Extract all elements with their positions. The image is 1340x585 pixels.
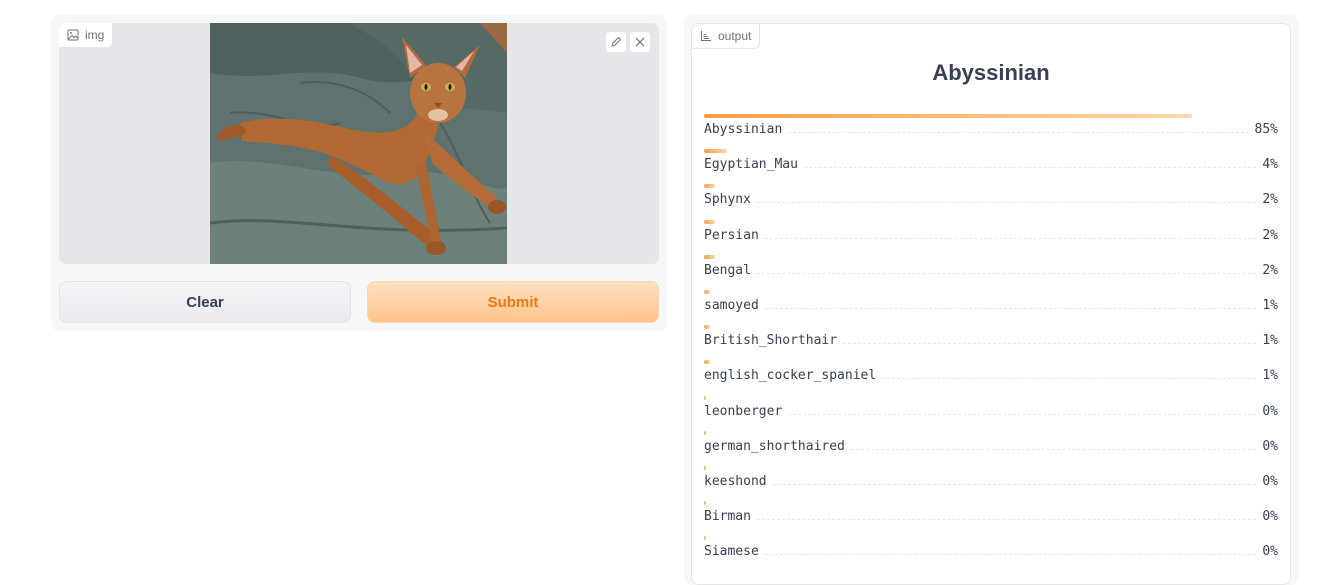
confidence-line: Abyssinian 85% bbox=[704, 122, 1278, 137]
confidence-bar bbox=[704, 501, 707, 506]
confidence-label: British_Shorthair bbox=[704, 333, 838, 349]
confidence-line: Siamese 0% bbox=[704, 544, 1278, 559]
confidence-line: keeshond 0% bbox=[704, 474, 1278, 489]
confidence-label: Siamese bbox=[704, 544, 759, 560]
confidence-row: British_Shorthair 1% bbox=[704, 325, 1278, 360]
confidence-percent: 2% bbox=[1262, 262, 1278, 278]
leader-line bbox=[764, 554, 1257, 556]
confidence-percent: 0% bbox=[1262, 544, 1278, 560]
confidence-percent: 4% bbox=[1262, 157, 1278, 173]
confidence-percent: 0% bbox=[1262, 509, 1278, 525]
confidence-line: Egyptian_Mau 4% bbox=[704, 157, 1278, 172]
confidence-label: Bengal bbox=[704, 262, 751, 278]
confidence-percent: 0% bbox=[1262, 403, 1278, 419]
close-icon bbox=[635, 37, 645, 47]
confidence-line: Sphynx 2% bbox=[704, 192, 1278, 207]
bar-chart-icon bbox=[701, 31, 711, 41]
uploaded-cat-photo bbox=[210, 23, 507, 264]
label-output: output Abyssinian Abyssinian 85% Egyptian_… bbox=[691, 23, 1291, 585]
confidence-row: samoyed 1% bbox=[704, 289, 1278, 325]
confidence-line: British_Shorthair 1% bbox=[704, 333, 1278, 348]
output-label: output bbox=[718, 29, 752, 43]
leader-line bbox=[882, 378, 1257, 380]
confidence-bar bbox=[704, 184, 716, 189]
edit-button[interactable] bbox=[605, 31, 627, 53]
confidence-percent: 2% bbox=[1262, 227, 1278, 243]
confidence-line: Birman 0% bbox=[704, 509, 1278, 524]
confidence-bar bbox=[704, 219, 716, 224]
confidence-label: keeshond bbox=[704, 473, 767, 489]
confidence-row: Persian 2% bbox=[704, 219, 1278, 255]
confidence-row: Abyssinian 85% bbox=[704, 114, 1278, 149]
confidence-row: Egyptian_Mau 4% bbox=[704, 149, 1278, 184]
confidence-line: samoyed 1% bbox=[704, 298, 1278, 313]
leader-line bbox=[764, 307, 1257, 309]
confidence-label: leonberger bbox=[704, 403, 783, 419]
confidence-label: Sphynx bbox=[704, 192, 751, 208]
leader-line bbox=[803, 167, 1257, 169]
image-icon bbox=[67, 29, 79, 41]
confidence-bar bbox=[704, 114, 1192, 118]
image-upload-area[interactable]: img bbox=[59, 23, 659, 264]
confidence-bar bbox=[704, 430, 707, 435]
leader-line bbox=[772, 483, 1257, 485]
confidence-percent: 1% bbox=[1262, 333, 1278, 349]
confidence-row: german_shorthaired 0% bbox=[704, 430, 1278, 466]
confidence-label: Birman bbox=[704, 509, 751, 525]
confidence-row: leonberger 0% bbox=[704, 395, 1278, 431]
confidence-bar bbox=[704, 149, 727, 154]
confidence-row: Siamese 0% bbox=[704, 536, 1278, 571]
leader-line bbox=[788, 132, 1249, 133]
confidence-list: Abyssinian 85% Egyptian_Mau 4% Sphynx 2% Persi… bbox=[704, 114, 1278, 571]
confidence-percent: 2% bbox=[1262, 192, 1278, 208]
submit-button[interactable]: Submit bbox=[367, 281, 659, 323]
confidence-line: leonberger 0% bbox=[704, 404, 1278, 419]
top-prediction: Abyssinian bbox=[932, 60, 1050, 85]
leader-line bbox=[788, 413, 1257, 415]
pencil-icon bbox=[611, 36, 622, 47]
confidence-label: Persian bbox=[704, 227, 759, 243]
confidence-label: Abyssinian bbox=[704, 122, 783, 137]
input-label-chip: img bbox=[59, 23, 114, 48]
confidence-line: german_shorthaired 0% bbox=[704, 439, 1278, 454]
confidence-line: english_cocker_spaniel 1% bbox=[704, 368, 1278, 383]
confidence-percent: 0% bbox=[1262, 473, 1278, 489]
leader-line bbox=[843, 343, 1257, 345]
confidence-row: Sphynx 2% bbox=[704, 184, 1278, 219]
leader-line bbox=[764, 237, 1257, 239]
confidence-label: german_shorthaired bbox=[704, 438, 845, 454]
confidence-percent: 1% bbox=[1262, 297, 1278, 313]
remove-image-button[interactable] bbox=[629, 31, 651, 53]
output-panel: output Abyssinian Abyssinian 85% Egyptian_… bbox=[684, 15, 1299, 585]
leader-line bbox=[756, 202, 1257, 204]
confidence-percent: 1% bbox=[1262, 368, 1278, 384]
confidence-bar bbox=[704, 360, 710, 365]
leader-line bbox=[850, 448, 1257, 450]
output-label-chip: output bbox=[692, 24, 761, 49]
confidence-row: Bengal 2% bbox=[704, 254, 1278, 290]
clear-button[interactable]: Clear bbox=[59, 281, 351, 323]
confidence-bar bbox=[704, 465, 707, 470]
leader-line bbox=[756, 272, 1257, 274]
confidence-row: Birman 0% bbox=[704, 501, 1278, 536]
leader-line bbox=[756, 519, 1257, 521]
confidence-row: keeshond 0% bbox=[704, 465, 1278, 501]
confidence-percent: 85% bbox=[1254, 122, 1278, 137]
confidence-row: english_cocker_spaniel 1% bbox=[704, 360, 1278, 395]
confidence-bar bbox=[704, 254, 716, 259]
confidence-percent: 0% bbox=[1262, 438, 1278, 454]
confidence-bar bbox=[704, 325, 710, 330]
confidence-bar bbox=[704, 289, 710, 294]
input-panel: img Clear Submit bbox=[51, 15, 667, 331]
confidence-label: english_cocker_spaniel bbox=[704, 368, 877, 384]
confidence-line: Persian 2% bbox=[704, 228, 1278, 243]
confidence-line: Bengal 2% bbox=[704, 263, 1278, 278]
confidence-label: samoyed bbox=[704, 297, 759, 313]
confidence-bar bbox=[704, 395, 707, 400]
confidence-bar bbox=[704, 536, 707, 541]
confidence-label: Egyptian_Mau bbox=[704, 157, 798, 173]
input-label: img bbox=[85, 28, 105, 42]
